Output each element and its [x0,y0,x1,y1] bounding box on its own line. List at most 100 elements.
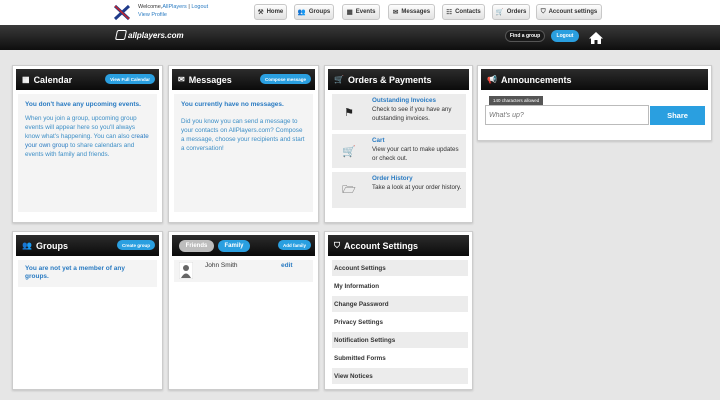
tab-friends[interactable]: Friends [179,240,214,252]
orders-header: 🛒 Orders & Payments [328,69,469,90]
allplayers-logo-icon[interactable] [112,3,132,22]
home-icon[interactable] [588,31,604,45]
add-family-button[interactable]: Add family [277,240,311,250]
cart-text: View your cart to make updates or check … [372,146,459,162]
wrench-icon: ⚒ [257,9,264,16]
envelope-icon: ✉ [392,9,399,16]
calendar-title: Calendar [33,74,73,85]
account-settings-title: Account Settings [344,240,419,251]
users-icon: 👥 [22,241,32,250]
outstanding-invoices-text: Check to see if you have any outstanding… [372,106,452,122]
cart-icon: 🛒 [334,75,344,84]
nav-orders-button[interactable]: 🛒 Orders [492,4,530,20]
avatar-silhouette-icon [179,262,193,279]
messages-body: You currently have no messages. Did you … [174,94,313,212]
brand-mark-icon [114,30,128,40]
nav-orders-label: Orders [506,9,527,15]
order-history-link[interactable]: Order History [372,175,413,182]
friends-card: Friends Family Add family John Smith edi… [168,231,319,390]
account-settings-link[interactable]: Account Settings [332,260,468,276]
orders-card: 🛒 Orders & Payments ⚑ Outstanding Invoic… [324,65,473,223]
cart-icon: 🛒 [495,9,504,16]
announcements-title: Announcements [500,74,572,85]
account-settings-card: ⛉ Account Settings Account Settings My I… [324,231,473,390]
shield-icon: ⛉ [540,8,546,15]
welcome-separator: | [188,4,190,10]
my-information-link[interactable]: My Information [332,278,468,294]
groups-body: You are not yet a member of any groups. [18,260,157,287]
username-link[interactable]: AllPlayers [162,4,186,10]
orders-title: Orders & Payments [347,74,432,85]
create-group-button[interactable]: Create group [116,240,155,250]
announcements-header: 📢 Announcements [481,69,708,90]
announcement-input[interactable] [485,105,649,125]
edit-member-link[interactable]: edit [281,262,293,269]
flag-icon: ⚑ [344,106,354,119]
envelope-icon: ✉ [178,75,185,84]
messages-header: ✉ Messages Compose message [172,69,315,90]
outstanding-invoices-link[interactable]: Outstanding Invoices [372,97,436,104]
order-history-item[interactable]: 🗁 Order History Take a look at your orde… [332,172,466,208]
shield-icon: ⛉ [334,240,340,250]
top-logout-link[interactable]: Logout [191,4,208,10]
calendar-header: ▦ Calendar View Full Calendar [16,69,159,90]
megaphone-icon: 📢 [487,75,497,84]
calendar-body: You don't have any upcoming events. When… [18,94,157,212]
compose-message-button[interactable]: Compose message [259,74,311,84]
calendar-icon: ▦ [346,9,353,16]
view-profile-link[interactable]: View Profile [138,12,167,18]
users-icon: 👥 [297,9,306,16]
order-history-text: Take a look at your order history. [372,184,462,191]
messages-title: Messages [188,74,232,85]
logout-button[interactable]: Logout [551,30,579,42]
nav-home-label: Home [266,9,284,15]
calendar-help-part1: When you join a group, upcoming group ev… [25,115,137,140]
cart-icon: 🛒 [342,145,356,158]
groups-header: 👥 Groups Create group [16,235,159,256]
nav-events-label: Events [355,9,376,15]
account-settings-header: ⛉ Account Settings [328,235,469,256]
member-name: John Smith [205,262,238,269]
messages-empty-message: You currently have no messages. [181,101,284,108]
welcome-prefix: Welcome, [138,4,163,10]
cart-item[interactable]: 🛒 Cart View your cart to make updates or… [332,134,466,168]
calendar-help-text: When you join a group, upcoming group ev… [25,114,150,159]
find-group-button[interactable]: Find a group [505,30,545,42]
friends-header: Friends Family Add family [172,235,315,256]
view-notices-link[interactable]: View Notices [332,368,468,384]
family-member-row: John Smith edit [174,260,313,282]
groups-title: Groups [35,240,68,251]
nav-messages-button[interactable]: ✉ Messages [388,4,435,20]
notification-settings-link[interactable]: Notification Settings [332,332,468,348]
announcements-card: 📢 Announcements 140 characters allowed S… [477,65,712,141]
messages-card: ✉ Messages Compose message You currently… [168,65,319,223]
outstanding-invoices-item[interactable]: ⚑ Outstanding Invoices Check to see if y… [332,94,466,130]
nav-groups-label: Groups [308,9,331,15]
nav-home-button[interactable]: ⚒ Home [254,4,287,20]
privacy-settings-link[interactable]: Privacy Settings [332,314,468,330]
character-counter: 140 characters allowed [489,96,544,105]
nav-contacts-label: Contacts [455,9,481,15]
share-button[interactable]: Share [650,106,705,125]
header-bar [0,25,720,50]
tab-family[interactable]: Family [218,240,250,252]
cart-link[interactable]: Cart [372,137,385,144]
submitted-forms-link[interactable]: Submitted Forms [332,350,468,366]
nav-account-settings-label: Account settings [548,9,598,15]
calendar-card: ▦ Calendar View Full Calendar You don't … [12,65,163,223]
calendar-empty-message: You don't have any upcoming events. [25,101,141,108]
nav-contacts-button[interactable]: ☷ Contacts [442,4,485,20]
nav-events-button[interactable]: ▦ Events [342,4,380,20]
welcome-block: Welcome,AllPlayers | Logout View Profile [138,3,208,19]
calendar-icon: ▦ [22,75,30,84]
brand-logo[interactable]: allplayers.com [114,30,184,40]
nav-messages-label: Messages [401,9,431,15]
change-password-link[interactable]: Change Password [332,296,468,312]
folder-icon: 🗁 [342,183,356,196]
groups-empty-message: You are not yet a member of any groups. [25,265,125,280]
nav-account-settings-button[interactable]: ⛉ Account settings [536,4,602,20]
brand-text: allplayers.com [128,30,184,40]
nav-groups-button[interactable]: 👥 Groups [294,4,334,20]
view-full-calendar-button[interactable]: View Full Calendar [105,74,155,84]
contacts-icon: ☷ [446,9,453,16]
